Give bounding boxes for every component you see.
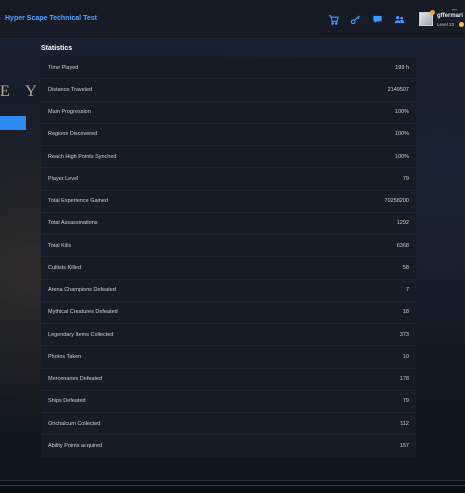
stat-row: Total Experience Gained 70258200	[41, 191, 416, 213]
notification-badge	[430, 10, 435, 15]
stat-row: Cultists Killed 58	[41, 257, 416, 280]
stat-row: Total Assassinations 1292	[41, 213, 416, 235]
stat-row: Photos Taken 10	[41, 346, 416, 369]
stat-value: 10	[402, 353, 409, 360]
chat-icon[interactable]	[372, 14, 383, 25]
taskbar	[0, 480, 465, 493]
level-indicator	[459, 22, 464, 27]
top-bar: _ Hyper Scape Technical Test gffermari L…	[0, 0, 465, 39]
stat-value: 58	[402, 264, 409, 271]
stat-label: Ability Points acquired	[48, 443, 103, 450]
stat-row: Legendary Items Collected 373	[41, 324, 416, 347]
stat-value: 199 h	[395, 64, 409, 71]
stat-value: 157	[399, 443, 409, 450]
stat-label: Distance Traveled	[48, 86, 93, 93]
stat-value: 7	[405, 287, 409, 294]
stat-label: Mythical Creatures Defeated	[48, 309, 118, 316]
cart-icon[interactable]	[328, 14, 339, 25]
stat-value: 79	[402, 175, 409, 182]
key-icon[interactable]	[350, 14, 361, 25]
statistics-title: Statistics	[41, 45, 73, 52]
stat-row: Player Level 79	[41, 168, 416, 191]
stat-value: 373	[399, 331, 409, 338]
user-level: Level 23	[437, 22, 455, 27]
stat-value: 6368	[396, 242, 409, 249]
stat-row: Regions Discovered 100%	[41, 124, 416, 146]
stat-value: 1292	[396, 220, 409, 227]
stat-label: Regions Discovered	[48, 131, 98, 138]
stat-row: Main Progression 100%	[41, 102, 416, 124]
stat-row: Total Kills 6368	[41, 235, 416, 258]
stat-label: Cultists Killed	[48, 264, 82, 271]
user-name[interactable]: gffermari	[437, 13, 463, 19]
stat-value: 79	[402, 398, 409, 405]
stat-label: Orichalcum Collected	[48, 420, 101, 427]
stat-label: Main Progression	[48, 109, 91, 116]
stat-row: Ships Defeated 79	[41, 391, 416, 413]
stat-row: Orichalcum Collected 112	[41, 413, 416, 436]
stat-label: Reach High Points Synched	[48, 153, 117, 160]
stat-value: 18	[402, 309, 409, 316]
minimize-button[interactable]: _	[452, 1, 457, 10]
stat-label: Legendary Items Collected	[48, 331, 114, 338]
stat-row: Time Played 199 h	[41, 57, 416, 80]
taskbar-divider	[0, 485, 465, 486]
friends-icon[interactable]	[394, 14, 405, 25]
stat-row: Mercenaries Defeated 178	[41, 369, 416, 391]
stat-value: 100%	[394, 153, 409, 160]
stat-label: Total Assassinations	[48, 220, 98, 227]
stat-label: Ships Defeated	[48, 398, 86, 405]
background-title-fragment: E Y	[0, 83, 43, 100]
stat-label: Time Played	[48, 64, 79, 71]
stat-label: Total Kills	[48, 242, 72, 249]
stat-label: Photos Taken	[48, 353, 82, 360]
stat-value: 100%	[394, 109, 409, 116]
stat-value: 112	[400, 420, 409, 427]
stat-row: Distance Traveled 2149507	[41, 79, 416, 102]
stat-value: 70258200	[384, 198, 409, 205]
statistics-panel: Time Played 199 h Distance Traveled 2149507…	[41, 57, 416, 458]
stat-label: Arena Champions Defeated	[48, 287, 116, 294]
stat-label: Total Experience Gained	[48, 198, 108, 205]
stat-label: Player Level	[48, 175, 79, 182]
stat-label: Mercenaries Defeated	[48, 376, 103, 383]
background-button[interactable]	[0, 116, 26, 130]
stat-row: Ability Points acquired 157	[41, 435, 416, 457]
stat-row: Mythical Creatures Defeated 18	[41, 302, 416, 324]
stat-value: 100%	[394, 131, 409, 138]
stat-row: Reach High Points Synched 100%	[41, 146, 416, 169]
stat-value: 178	[399, 376, 409, 383]
stat-row: Arena Champions Defeated 7	[41, 280, 416, 302]
app-window: _ Hyper Scape Technical Test gffermari L…	[0, 0, 465, 493]
stat-value: 2149507	[387, 86, 409, 93]
app-title[interactable]: Hyper Scape Technical Test	[5, 15, 97, 22]
